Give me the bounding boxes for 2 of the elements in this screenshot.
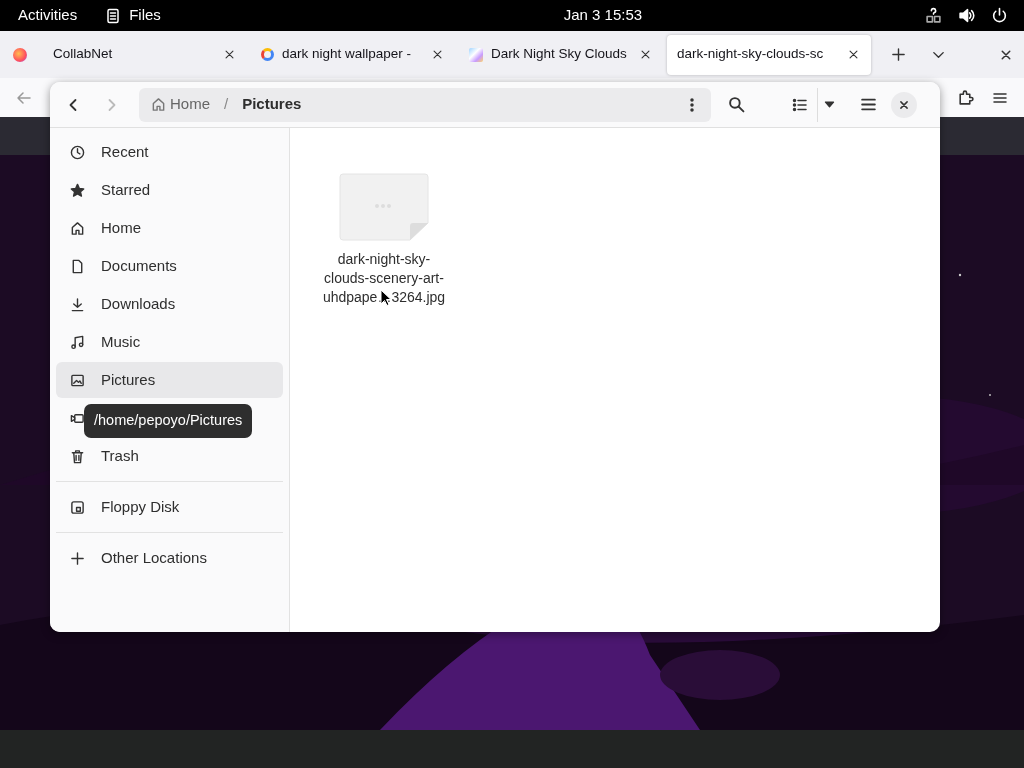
path-separator: / [224,94,229,115]
tooltip: /home/pepoyo/Pictures [84,404,253,438]
